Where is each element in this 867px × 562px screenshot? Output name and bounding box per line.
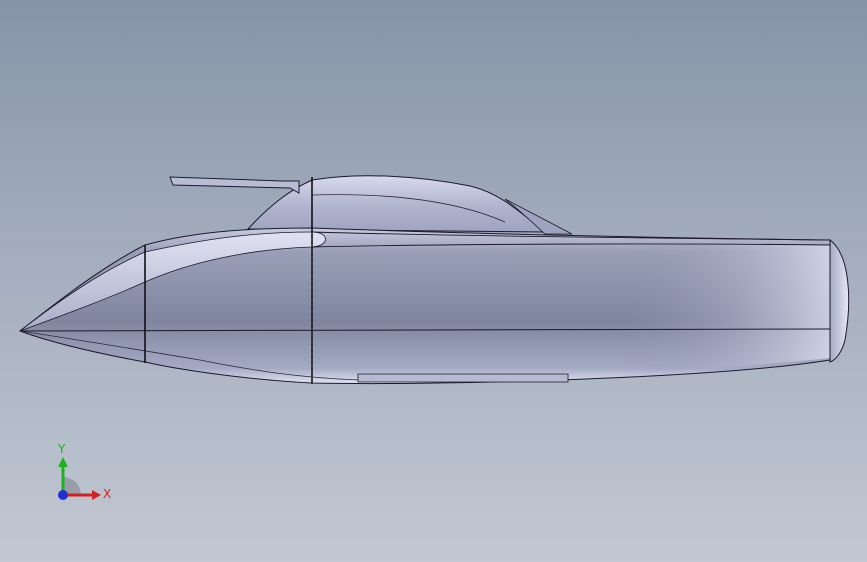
hull-side-highlight <box>312 243 830 383</box>
boat-model[interactable] <box>0 0 867 562</box>
stern-transom <box>829 238 850 363</box>
z-axis-dot <box>58 490 68 500</box>
y-axis-arrow <box>58 457 68 467</box>
x-axis-arrow <box>92 490 101 500</box>
y-axis-label: Y <box>57 442 66 456</box>
x-axis-label: X <box>103 487 111 501</box>
orientation-triad: Y X <box>57 442 111 501</box>
keel-strip <box>357 373 569 383</box>
antenna-rail <box>169 176 300 194</box>
graphics-viewport[interactable]: Y X <box>0 0 867 562</box>
